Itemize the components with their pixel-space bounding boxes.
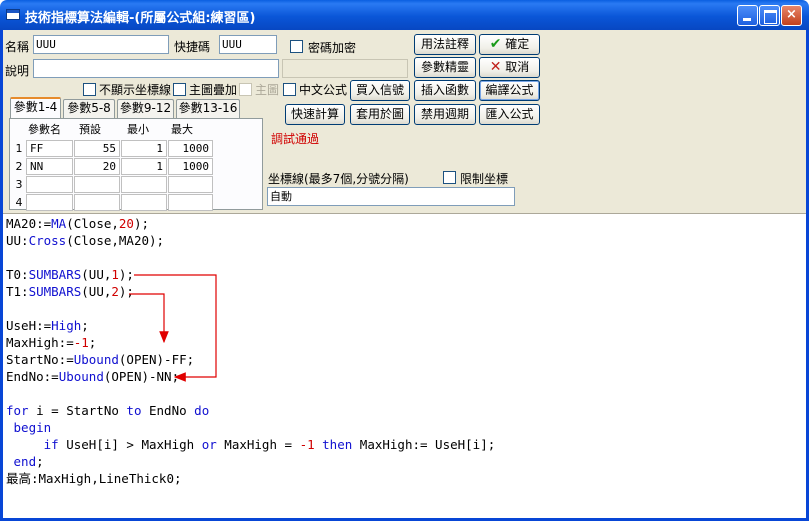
name-input[interactable]: UUU — [33, 35, 169, 54]
row-number: 4 — [15, 196, 23, 209]
cancel-button[interactable]: ✕ 取消 — [479, 57, 540, 78]
hide-axis-checkbox[interactable] — [83, 83, 96, 96]
tab-params-5-8[interactable]: 參數5-8 — [63, 99, 115, 118]
col-header-default: 預設 — [79, 123, 101, 136]
shortcut-input[interactable]: UUU — [219, 35, 277, 54]
password-checkbox[interactable] — [290, 40, 303, 53]
arrow-t1-to-startno — [129, 293, 169, 344]
usage-note-button[interactable]: 用法註釋 — [414, 34, 476, 55]
param-max-cell[interactable]: 1000 — [168, 158, 213, 175]
compile-formula-button[interactable]: 編譯公式 — [479, 80, 540, 101]
window-title: 技術指標算法編輯-(所屬公式組:練習區) — [25, 11, 256, 26]
apply-to-chart-button[interactable]: 套用於圖 — [350, 104, 410, 125]
param-min-cell[interactable]: 1 — [121, 158, 167, 175]
param-name-cell[interactable] — [26, 176, 73, 193]
desc-label: 說明 — [5, 64, 30, 78]
row-number: 1 — [15, 142, 23, 155]
axis-line-input[interactable]: 自動 — [267, 187, 515, 206]
param-min-cell[interactable] — [121, 176, 167, 193]
tab-params-13-16[interactable]: 參數13-16 — [176, 99, 240, 118]
axis-line-label: 坐標線(最多7個,分號分隔) — [268, 172, 409, 186]
param-default-cell[interactable] — [74, 194, 120, 211]
code-line: UseH:=High; — [6, 318, 89, 333]
main-overlay-label: 主圖疊加 — [189, 83, 238, 97]
main-chart-checkbox[interactable] — [239, 83, 252, 96]
param-default-cell[interactable]: 55 — [74, 140, 120, 157]
row-number: 2 — [15, 160, 23, 173]
quick-calc-button[interactable]: 快速計算 — [285, 104, 345, 125]
chinese-formula-checkbox[interactable] — [283, 83, 296, 96]
param-name-cell[interactable] — [26, 194, 73, 211]
param-name-cell[interactable]: NN — [26, 158, 73, 175]
title-bar[interactable]: 技術指標算法編輯-(所屬公式組:練習區) × — [0, 0, 809, 30]
ok-label: 確定 — [505, 37, 530, 51]
hide-axis-label: 不顯示坐標線 — [99, 83, 172, 97]
code-line: for i = StartNo to EndNo do — [6, 403, 210, 418]
main-chart-label: 主圖 — [255, 83, 280, 97]
buy-signal-button[interactable]: 買入信號 — [350, 80, 410, 101]
code-line: 最高:MaxHigh,LineThick0; — [6, 471, 182, 486]
ok-button[interactable]: ✔ 確定 — [479, 34, 540, 55]
code-line: if UseH[i] > MaxHigh or MaxHigh = -1 the… — [43, 437, 496, 452]
param-min-cell[interactable]: 1 — [121, 140, 167, 157]
code-line: begin — [13, 420, 52, 435]
code-editor[interactable]: MA20:=MA(Close,20); UU:Cross(Close,MA20)… — [3, 213, 806, 518]
name-label: 名稱 — [5, 40, 30, 54]
main-overlay-checkbox[interactable] — [173, 83, 186, 96]
minimize-button[interactable] — [737, 5, 758, 26]
compile-status: 調試通過 — [271, 132, 320, 146]
shortcut-label: 快捷碼 — [174, 40, 211, 54]
cancel-label: 取消 — [505, 60, 530, 74]
code-line: EndNo:=Ubound(OPEN)-NN; — [6, 369, 180, 384]
params-panel: 參數名 預設 最小 最大 1 FF 55 1 1000 2 NN 20 1 10… — [9, 118, 263, 211]
code-line: StartNo:=Ubound(OPEN)-FF; — [6, 352, 195, 367]
row-number: 3 — [15, 178, 23, 191]
desc-extra-input — [282, 59, 408, 78]
col-header-max: 最大 — [171, 123, 193, 136]
code-line: MaxHigh:=-1; — [6, 335, 97, 350]
code-line: end; — [13, 454, 44, 469]
app-icon — [6, 9, 20, 20]
tab-params-9-12[interactable]: 參數9-12 — [117, 99, 174, 118]
col-header-name: 參數名 — [28, 123, 61, 136]
import-formula-button[interactable]: 匯入公式 — [479, 104, 540, 125]
param-min-cell[interactable] — [121, 194, 167, 211]
password-label: 密碼加密 — [308, 41, 357, 55]
check-icon: ✔ — [489, 36, 502, 52]
code-line: T1:SUMBARS(UU,2); — [6, 284, 134, 299]
disable-period-button[interactable]: 禁用週期 — [414, 104, 476, 125]
code-line: MA20:=MA(Close,20); — [6, 216, 150, 231]
limit-axis-checkbox[interactable] — [443, 171, 456, 184]
param-max-cell[interactable]: 1000 — [168, 140, 213, 157]
desc-input[interactable] — [33, 59, 279, 78]
param-wizard-button[interactable]: 參數精靈 — [414, 57, 476, 78]
limit-axis-label: 限制坐標 — [460, 172, 509, 186]
insert-function-button[interactable]: 插入函數 — [414, 80, 476, 101]
col-header-min: 最小 — [127, 123, 149, 136]
code-line: T0:SUMBARS(UU,1); — [6, 267, 134, 282]
close-button[interactable]: × — [781, 5, 802, 26]
x-icon: ✕ — [489, 59, 502, 75]
maximize-button[interactable] — [759, 5, 780, 26]
code-line: UU:Cross(Close,MA20); — [6, 233, 165, 248]
tab-params-1-4[interactable]: 參數1-4 — [10, 97, 61, 118]
param-max-cell[interactable] — [168, 194, 213, 211]
chinese-formula-label: 中文公式 — [299, 83, 348, 97]
param-max-cell[interactable] — [168, 176, 213, 193]
param-name-cell[interactable]: FF — [26, 140, 73, 157]
param-default-cell[interactable]: 20 — [74, 158, 120, 175]
param-default-cell[interactable] — [74, 176, 120, 193]
